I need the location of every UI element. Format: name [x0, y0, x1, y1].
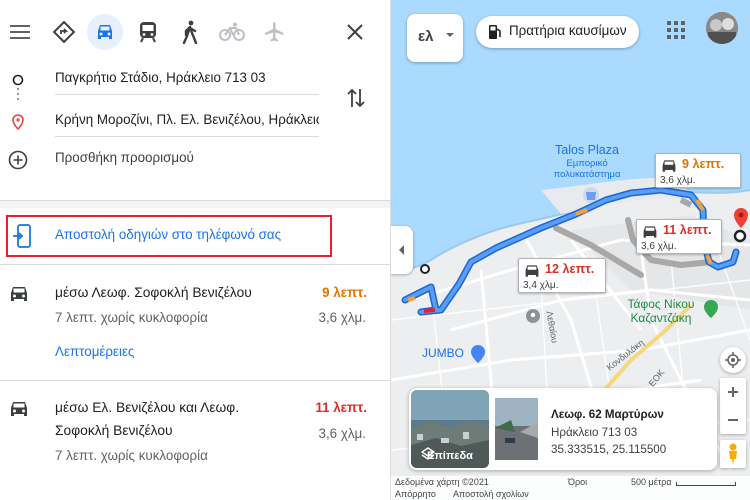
- route-via: μέσω Λεωφ. Σοφοκλή Βενιζέλου: [55, 285, 252, 300]
- apps-grid-icon[interactable]: [665, 19, 687, 41]
- zoom-controls: [720, 378, 746, 434]
- street-view-thumbnail[interactable]: [495, 398, 538, 460]
- eta-time: 11 λεπτ.: [663, 223, 712, 237]
- place-coordinates[interactable]: 35.333515, 25.115500: [551, 443, 666, 456]
- directions-panel: Παγκρήτιο Στάδιο, Ηράκλειο 713 03 Κρήνη …: [0, 0, 391, 500]
- crosshair-icon: [725, 352, 741, 368]
- poi-tomb-kazantzakis[interactable]: Τάφος Νίκου: [619, 297, 703, 311]
- poi-talos-plaza-type-2: πολυκατάστημα: [553, 169, 621, 180]
- gas-stations-chip[interactable]: Πρατήρια καυσίμων: [476, 16, 639, 48]
- bike-icon[interactable]: [214, 14, 250, 50]
- eta-distance: 3,6 χλμ.: [660, 175, 696, 186]
- transit-icon[interactable]: [130, 14, 166, 50]
- plus-circle-icon: [8, 150, 28, 170]
- add-destination-label: Προσθήκη προορισμού: [55, 150, 194, 165]
- route-distance: 3,6 χλμ.: [318, 310, 367, 325]
- route-via-continued: Σοφοκλή Βενιζέλου: [55, 423, 173, 438]
- eta-bubble-route-3[interactable]: 12 λεπτ. 3,4 χλμ.: [518, 258, 606, 293]
- layers-button[interactable]: Επίπεδα: [411, 390, 489, 468]
- send-to-phone-button[interactable]: Αποστολή οδηγιών στο τηλέφωνό σας: [6, 215, 332, 257]
- hamburger-menu-icon[interactable]: [2, 14, 38, 50]
- phone-send-icon: [13, 224, 31, 248]
- send-to-phone-label: Αποστολή οδηγιών στο τηλέφωνό σας: [55, 227, 282, 242]
- route-option-1[interactable]: μέσω Λεωφ. Σοφοκλή Βενιζέλου 9 λεπτ. 7 λ…: [0, 264, 390, 380]
- car-icon: [643, 226, 657, 238]
- car-icon: [11, 287, 27, 301]
- collapse-panel-button[interactable]: [391, 226, 413, 274]
- place-title: Λεωφ. 62 Μαρτύρων: [551, 408, 664, 421]
- car-icon: [525, 265, 539, 277]
- car-icon: [662, 160, 676, 172]
- swap-directions-icon[interactable]: [343, 84, 369, 112]
- my-location-button[interactable]: [720, 347, 746, 373]
- car-icon[interactable]: [87, 14, 123, 50]
- route-details-link[interactable]: Λεπτομέρειες: [55, 344, 134, 359]
- language-button[interactable]: ελ: [407, 14, 463, 62]
- eta-bubble-route-2[interactable]: 11 λεπτ. 3,6 χλμ.: [636, 219, 722, 254]
- map-canvas[interactable]: ελ Πρατήρια καυσίμων 9 λεπτ. 3,6 χλμ. 11…: [391, 0, 750, 500]
- map-data-credit[interactable]: Δεδομένα χάρτη ©2021: [395, 477, 489, 487]
- scale-bar: [676, 482, 736, 486]
- close-icon[interactable]: [337, 14, 373, 50]
- avatar[interactable]: [706, 12, 738, 44]
- walk-icon[interactable]: [172, 14, 208, 50]
- flight-icon[interactable]: [256, 14, 292, 50]
- eta-time: 12 λεπτ.: [545, 262, 595, 276]
- layers-label: Επίπεδα: [427, 450, 473, 462]
- destination-pin-icon: [8, 112, 28, 132]
- route-time: 9 λεπτ.: [322, 285, 367, 300]
- gas-station-icon: [489, 25, 501, 39]
- destination-row: Κρήνη Μοροζίνι, Πλ. Ελ. Βενιζέλου, Ηράκλ…: [0, 102, 390, 140]
- travel-mode-bar: [0, 0, 390, 64]
- place-address: Ηράκλειο 713 03: [551, 426, 638, 439]
- route-via: μέσω Ελ. Βενιζέλου και Λεωφ.: [55, 400, 240, 415]
- privacy-link[interactable]: Απόρρητο: [395, 489, 436, 499]
- zoom-out-icon[interactable]: [720, 406, 746, 434]
- route-time: 11 λεπτ.: [315, 400, 367, 415]
- scale-label[interactable]: 500 μέτρα: [631, 477, 672, 487]
- best-route-icon[interactable]: [46, 14, 82, 50]
- terms-link[interactable]: Όροι: [568, 477, 587, 487]
- eta-time: 9 λεπτ.: [682, 157, 725, 171]
- route-traffic-note: 7 λεπτ. χωρίς κυκλοφορία: [55, 310, 208, 325]
- eta-bubble-route-1[interactable]: 9 λεπτ. 3,6 χλμ.: [655, 153, 741, 188]
- poi-tomb-kazantzakis-2: Καζαντζάκη: [630, 311, 692, 325]
- origin-circle-icon: [8, 70, 28, 90]
- origin-row: Παγκρήτιο Στάδιο, Ηράκλειο 713 03: [0, 60, 390, 98]
- section-gap: [0, 201, 390, 208]
- poi-jumbo[interactable]: JUMBO: [418, 346, 468, 360]
- chevron-down-icon: [446, 33, 454, 37]
- route-traffic-note: 7 λεπτ. χωρίς κυκλοφορία: [55, 448, 208, 463]
- feedback-link[interactable]: Αποστολή σχολίων: [453, 489, 529, 499]
- place-info-card[interactable]: Επίπεδα Λεωφ. 62 Μαρτύρων Ηράκλειο 713 0…: [409, 388, 717, 470]
- destination-input[interactable]: Κρήνη Μοροζίνι, Πλ. Ελ. Βενιζέλου, Ηράκλ…: [55, 109, 319, 137]
- poi-talos-plaza-type: Εμπορικό: [566, 158, 608, 169]
- map-footer: Δεδομένα χάρτη ©2021 Όροι 500 μέτρα Απόρ…: [391, 476, 750, 500]
- car-icon: [11, 402, 27, 416]
- gas-stations-label: Πρατήρια καυσίμων: [509, 23, 627, 38]
- origin-input[interactable]: Παγκρήτιο Στάδιο, Ηράκλειο 713 03: [55, 67, 319, 95]
- eta-distance: 3,4 χλμ.: [523, 280, 559, 291]
- eta-distance: 3,6 χλμ.: [641, 241, 677, 252]
- language-label: ελ: [418, 28, 434, 45]
- street-view-pegman-icon[interactable]: [720, 440, 746, 468]
- zoom-in-icon[interactable]: [720, 378, 746, 406]
- chevron-left-icon: [399, 245, 404, 255]
- add-destination-row[interactable]: Προσθήκη προορισμού: [0, 140, 390, 178]
- route-distance: 3,6 χλμ.: [318, 426, 367, 441]
- route-option-2[interactable]: μέσω Ελ. Βενιζέλου και Λεωφ. Σοφοκλή Βεν…: [0, 381, 390, 500]
- poi-talos-plaza[interactable]: Talos Plaza: [539, 143, 635, 157]
